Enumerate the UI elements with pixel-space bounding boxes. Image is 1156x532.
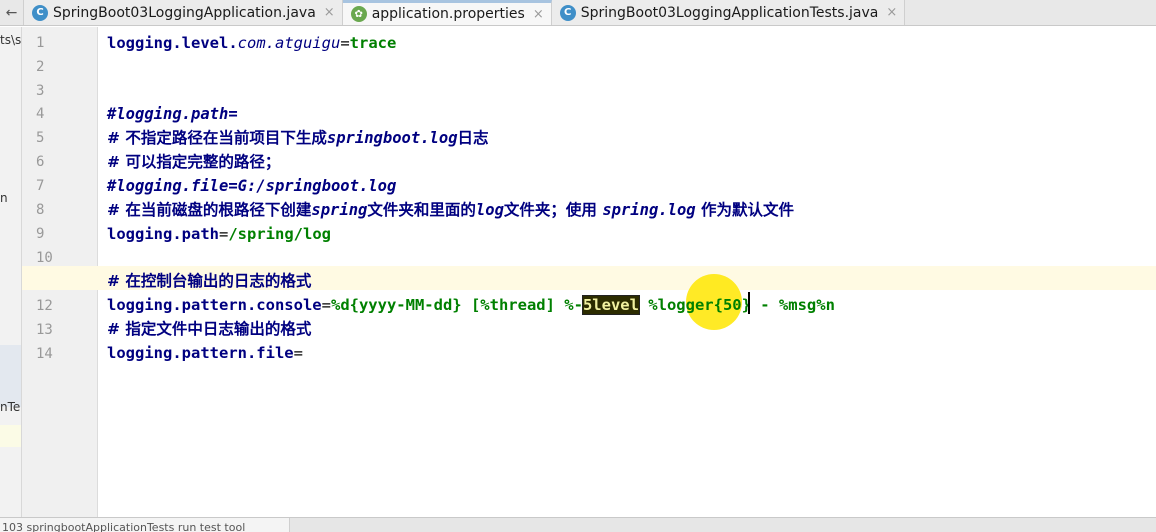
bottom-tool-tab[interactable]: 103 springbootApplicationTests run test … bbox=[0, 518, 290, 532]
project-panel-edge: ts\s n nTe bbox=[0, 27, 22, 517]
code-line-12[interactable]: logging.pattern.console=%d{yyyy-MM-dd} [… bbox=[107, 293, 835, 317]
line-number: 2 bbox=[36, 59, 45, 75]
code-line-4[interactable]: #logging.path= bbox=[107, 102, 238, 126]
line-number: 1 bbox=[36, 35, 45, 51]
code-line-6[interactable]: # 可以指定完整的路径； bbox=[107, 150, 280, 174]
tab-application-properties[interactable]: ✿ application.properties × bbox=[342, 0, 552, 25]
line-number: 4 bbox=[36, 106, 45, 122]
line-number: 8 bbox=[36, 202, 45, 218]
project-tree-fragment[interactable]: n bbox=[0, 191, 8, 205]
line-number: 6 bbox=[36, 154, 45, 170]
line-number: 14 bbox=[36, 346, 53, 362]
code-line-13[interactable]: # 指定文件中日志输出的格式 bbox=[107, 317, 311, 341]
tab-label: application.properties bbox=[371, 6, 525, 22]
tab-springboot-logging-application-tests[interactable]: C SpringBoot03LoggingApplicationTests.ja… bbox=[551, 0, 906, 25]
code-line-9[interactable]: logging.path=/spring/log bbox=[107, 222, 331, 246]
line-number: 13 bbox=[36, 322, 53, 338]
java-class-icon: C bbox=[32, 4, 48, 21]
code-line-11[interactable]: # 在控制台输出的日志的格式 bbox=[107, 269, 311, 293]
editor-tab-bar: ← C SpringBoot03LoggingApplication.java … bbox=[0, 0, 1156, 26]
line-number: 5 bbox=[36, 130, 45, 146]
close-icon[interactable]: × bbox=[886, 5, 897, 20]
bottom-tool-bar: 103 springbootApplicationTests run test … bbox=[0, 517, 1156, 532]
close-icon[interactable]: × bbox=[533, 7, 544, 22]
project-tree-highlight bbox=[0, 425, 21, 447]
tab-label: SpringBoot03LoggingApplicationTests.java bbox=[580, 4, 879, 21]
code-line-1[interactable]: logging.level.com.atguigu=trace bbox=[107, 31, 396, 55]
selected-text: 5level bbox=[581, 295, 640, 315]
line-number: 3 bbox=[36, 83, 45, 99]
code-line-5[interactable]: # 不指定路径在当前项目下生成springboot.log日志 bbox=[107, 126, 489, 150]
java-class-icon: C bbox=[559, 4, 576, 21]
line-number: 7 bbox=[36, 178, 45, 194]
project-tree-fragment[interactable]: nTe bbox=[0, 400, 20, 414]
close-icon[interactable]: × bbox=[324, 5, 335, 20]
code-line-14[interactable]: logging.pattern.file= bbox=[107, 341, 303, 365]
back-arrow-icon[interactable]: ← bbox=[0, 0, 24, 25]
tab-label: SpringBoot03LoggingApplication.java bbox=[53, 4, 316, 21]
project-tree-selection bbox=[0, 345, 21, 407]
code-line-7[interactable]: #logging.file=G:/springboot.log bbox=[107, 174, 396, 198]
text-caret bbox=[748, 292, 750, 314]
line-number: 12 bbox=[36, 298, 53, 314]
code-line-8[interactable]: # 在当前磁盘的根路径下创建spring文件夹和里面的log文件夹；使用 spr… bbox=[107, 198, 794, 222]
tab-springboot-logging-application[interactable]: C SpringBoot03LoggingApplication.java × bbox=[24, 0, 343, 25]
project-tree-fragment[interactable]: ts\s bbox=[0, 33, 21, 47]
spring-leaf-icon: ✿ bbox=[350, 6, 367, 22]
line-number: 9 bbox=[36, 226, 45, 242]
